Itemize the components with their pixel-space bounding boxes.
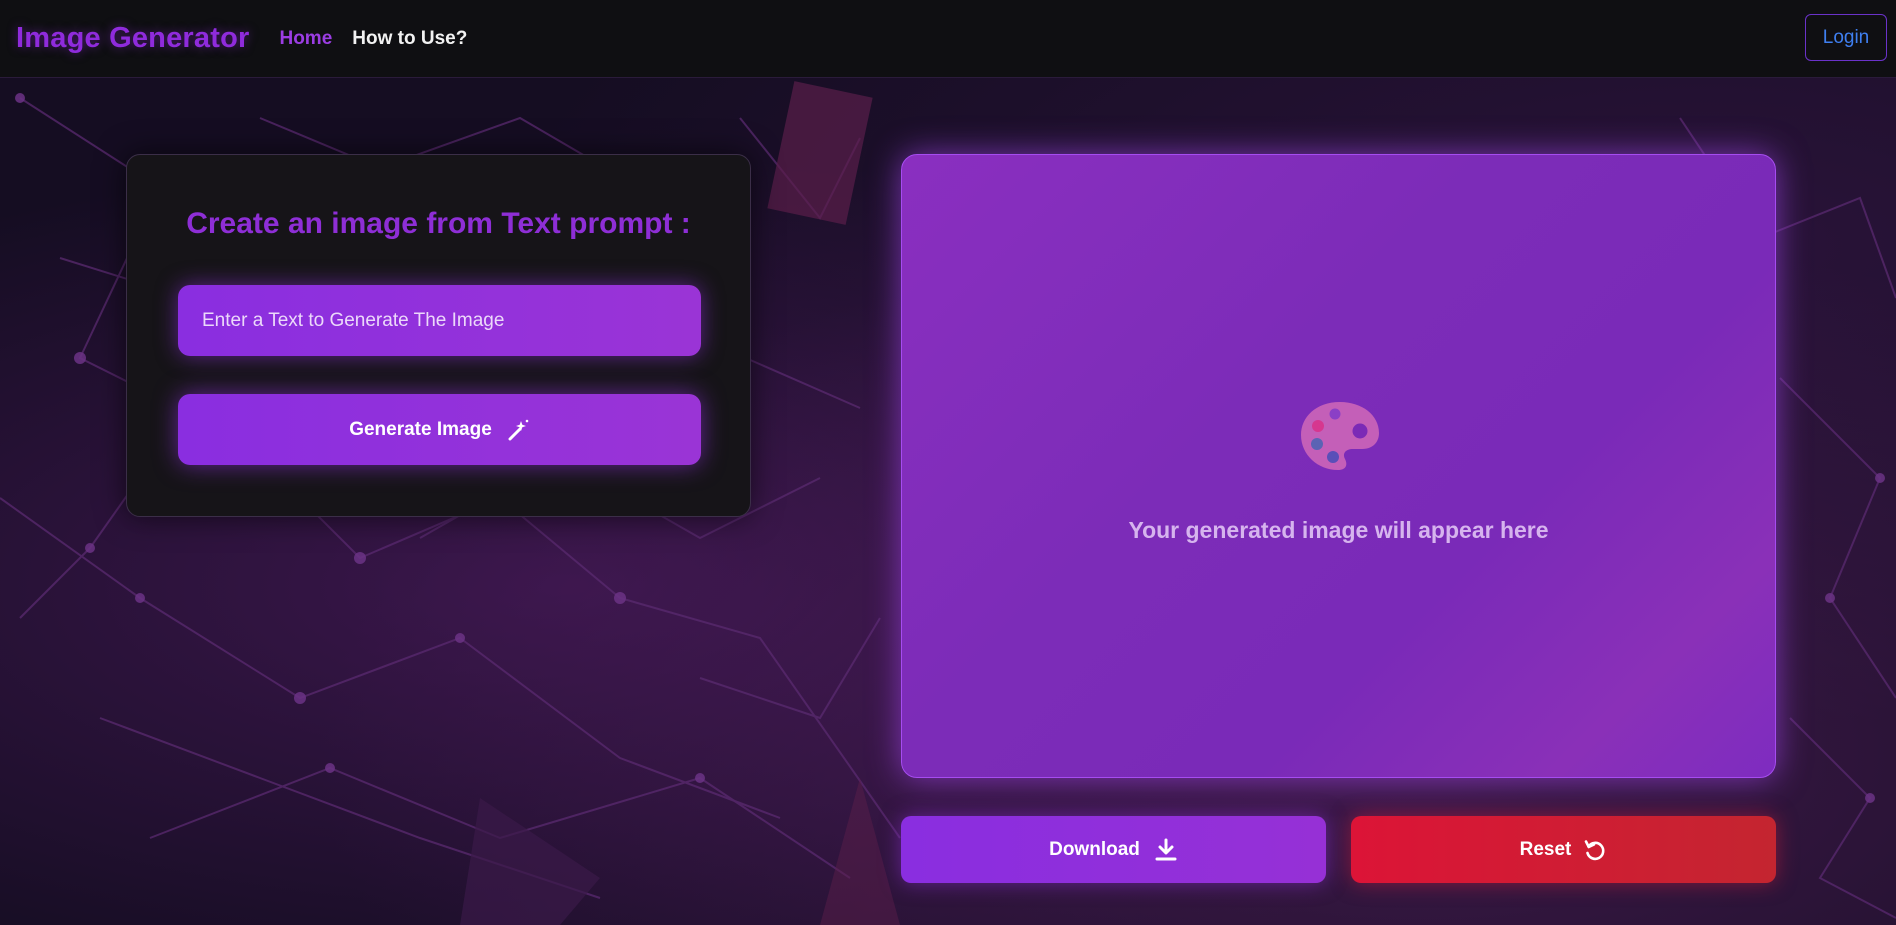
palette-icon	[1298, 399, 1382, 473]
download-button-label: Download	[1049, 838, 1140, 860]
reset-button-label: Reset	[1519, 838, 1572, 860]
refresh-icon	[1583, 838, 1607, 862]
image-preview-area: Your generated image will appear here	[901, 154, 1776, 778]
preview-placeholder-text: Your generated image will appear here	[1128, 517, 1549, 543]
reset-button[interactable]: Reset	[1351, 816, 1776, 883]
generate-image-button[interactable]: Generate Image	[178, 394, 701, 465]
prompt-input[interactable]	[178, 285, 701, 356]
login-button[interactable]: Login	[1805, 14, 1887, 61]
nav-how-to-use-link[interactable]: How to Use?	[352, 28, 467, 50]
prompt-card: Create an image from Text prompt : Gener…	[126, 154, 751, 517]
download-button[interactable]: Download	[901, 816, 1326, 883]
generate-button-label: Generate Image	[349, 418, 492, 440]
brand-logo[interactable]: Image Generator	[16, 22, 249, 55]
navbar: Image Generator Home How to Use? Login	[0, 0, 1896, 78]
nav-links: Home How to Use?	[279, 28, 467, 50]
download-icon	[1154, 838, 1178, 862]
prompt-card-title: Create an image from Text prompt :	[186, 207, 691, 240]
nav-home-link[interactable]: Home	[279, 28, 332, 50]
magic-wand-icon	[506, 418, 530, 442]
